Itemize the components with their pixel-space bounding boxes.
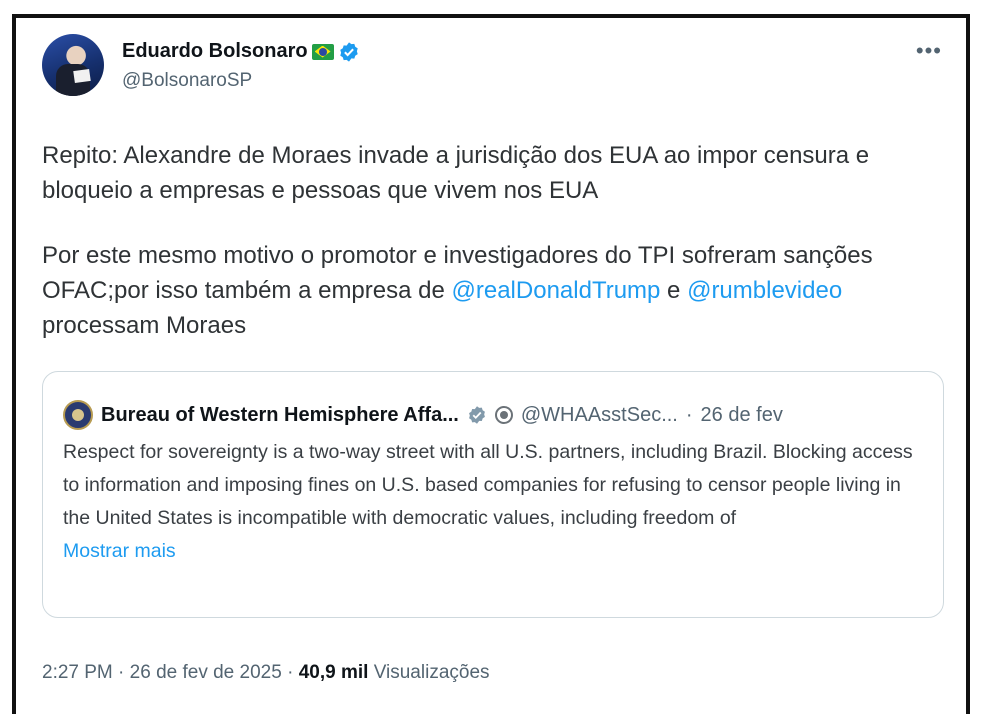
tweet-text-part: e [660,277,688,304]
avatar[interactable] [42,34,104,96]
government-badge-icon [494,406,513,424]
tweet-paragraph-2: Por este mesmo motivo o promotor e inves… [42,238,942,343]
author-name-row: Eduardo Bolsonaro [122,40,360,63]
quoted-tweet[interactable]: Bureau of Western Hemisphere Affa... @WH… [42,371,944,618]
tweet-date[interactable]: 26 de fev de 2025 [130,662,282,683]
tweet-header: Eduardo Bolsonaro @BolsonaroSP ••• [42,34,942,104]
tweet-footer: 2:27 PM · 26 de fev de 2025 · 40,9 mil V… [42,662,490,684]
tweet-paragraph-1: Repito: Alexandre de Moraes invade a jur… [42,142,870,204]
tweet-card: Eduardo Bolsonaro @BolsonaroSP ••• Repit… [12,14,970,714]
mention-link[interactable]: @rumblevideo [687,277,842,304]
tweet-text: Repito: Alexandre de Moraes invade a jur… [42,138,942,373]
quoted-author-handle[interactable]: @WHAAsstSec... [521,404,678,427]
quoted-tweet-header: Bureau of Western Hemisphere Affa... @WH… [63,400,783,430]
quoted-author-name[interactable]: Bureau of Western Hemisphere Affa... [101,404,459,427]
meta-separator: · [685,403,693,426]
seal-avatar-icon[interactable] [63,400,93,430]
show-more-link[interactable]: Mostrar mais [63,540,176,562]
tweet-text-part: processam Moraes [42,312,247,339]
views-count: 40,9 mil [298,662,369,683]
views-label: Visualizações [373,662,490,683]
quoted-tweet-text: Respect for sovereignty is a two-way str… [63,441,913,529]
more-icon[interactable]: ••• [916,38,942,64]
footer-separator: · [118,662,125,683]
quoted-date[interactable]: 26 de fev [701,404,783,427]
footer-separator: · [287,662,294,683]
mention-link[interactable]: @realDonaldTrump [452,277,661,304]
gray-verified-icon [468,406,485,424]
verified-icon[interactable] [338,41,360,63]
quoted-tweet-body: Respect for sovereignty is a two-way str… [63,436,913,568]
tweet-time[interactable]: 2:27 PM [42,662,113,683]
brazil-flag-icon [311,43,334,60]
author-name[interactable]: Eduardo Bolsonaro [122,40,308,63]
avatar-paper [73,68,91,84]
author-handle[interactable]: @BolsonaroSP [122,70,252,92]
